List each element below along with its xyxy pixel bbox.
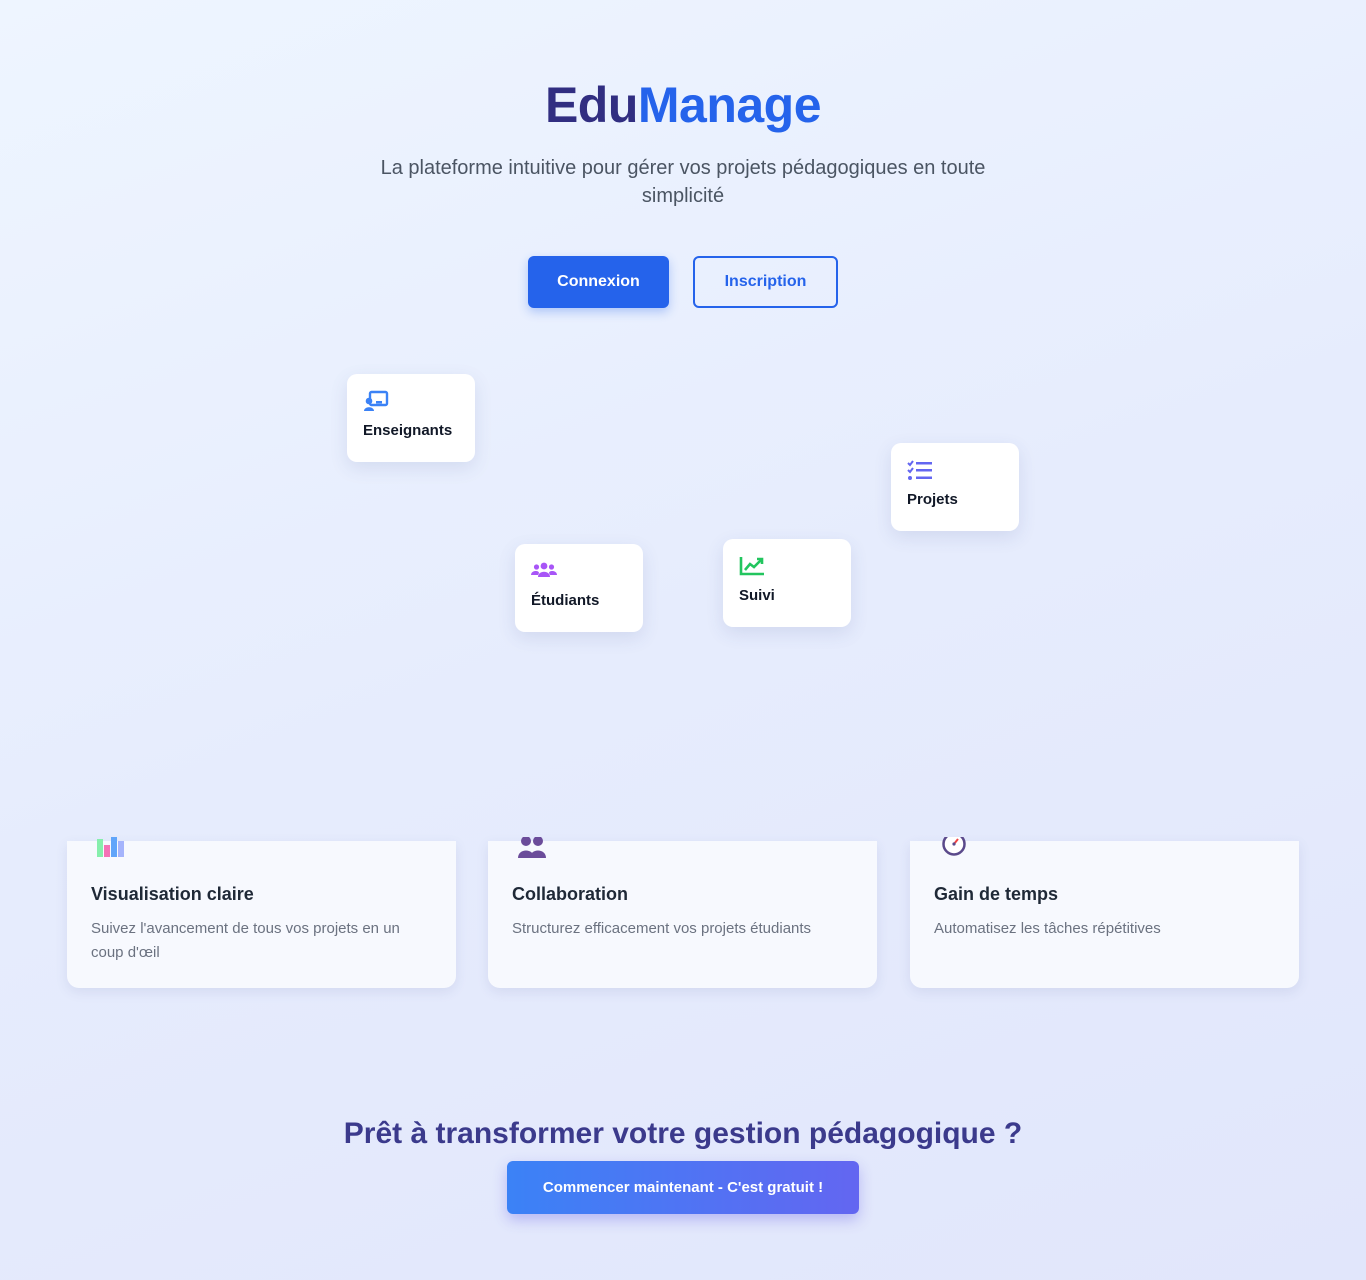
feature-card-collaboration: Collaboration Structurez efficacement vo… (488, 837, 877, 988)
feature-card-gain-de-temps: Gain de temps Automatisez les tâches rép… (910, 837, 1299, 988)
people-icon (516, 837, 548, 861)
card-label: Projets (907, 491, 958, 508)
chart-line-icon (739, 555, 835, 579)
users-icon (531, 560, 627, 584)
app-title-edu: Edu (544, 77, 638, 133)
feature-title: Gain de temps (934, 884, 1059, 904)
feature-card-visualisation: Visualisation claire Suivez l'avancement… (67, 837, 456, 988)
register-button[interactable]: Inscription (693, 256, 838, 308)
app-title-manage: Manage (637, 77, 822, 133)
hero-subtitle: La plateforme intuitive pour gérer vos p… (380, 157, 986, 207)
stopwatch-icon (938, 837, 970, 861)
feature-description: Automatisez les tâches répétitives (934, 920, 1161, 937)
card-label: Suivi (739, 587, 775, 604)
card-suivi: Suivi (723, 539, 851, 627)
card-enseignants: Enseignants (347, 374, 475, 462)
cta-title: Prêt à transformer votre gestion pédagog… (343, 1117, 1023, 1150)
feature-title: Visualisation claire (91, 884, 254, 904)
card-label: Enseignants (363, 422, 453, 439)
app-title: EduManage (0, 76, 1366, 134)
feature-description: Structurez efficacement vos projets étud… (512, 920, 812, 937)
card-label: Étudiants (531, 592, 600, 609)
get-started-button[interactable]: Commencer maintenant - C'est gratuit ! (507, 1161, 859, 1214)
card-etudiants: Étudiants (515, 544, 643, 632)
feature-description: Suivez l'avancement de tous vos projets … (91, 920, 400, 961)
teacher-icon (363, 390, 459, 414)
feature-title: Collaboration (512, 884, 628, 904)
login-button[interactable]: Connexion (528, 256, 669, 308)
card-projets: Projets (891, 443, 1019, 531)
tasks-list-icon (907, 459, 1003, 483)
bar-chart-icon (95, 837, 127, 861)
